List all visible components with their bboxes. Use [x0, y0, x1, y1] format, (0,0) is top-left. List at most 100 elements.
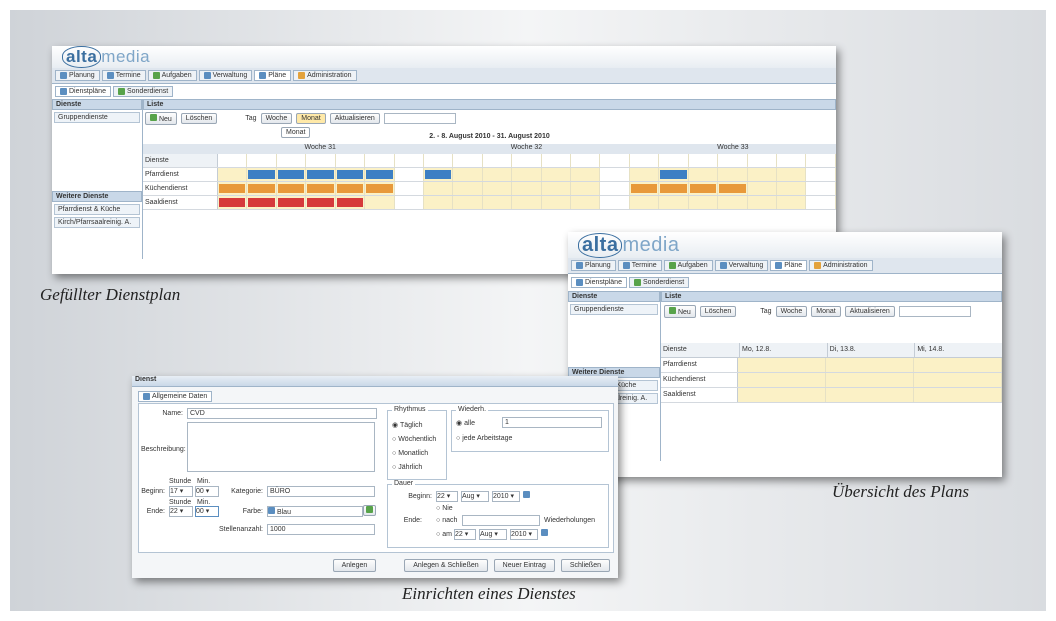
hour-label: Stunde — [169, 499, 192, 506]
tab-verwaltung[interactable]: Verwaltung — [714, 260, 769, 271]
end-year-select[interactable]: 2010 ▾ — [510, 529, 538, 540]
clock-icon — [106, 72, 114, 79]
tab-plaene[interactable]: Pläne — [254, 70, 292, 81]
app-logo: alta media — [62, 46, 150, 68]
sidebar-item-pfarrdienst[interactable]: Pfarrdienst & Küche — [54, 204, 140, 215]
plan-icon — [259, 72, 267, 79]
sidebar-header-2: Weitere Dienste — [52, 191, 142, 202]
end-min-select[interactable]: 00 ▾ — [195, 506, 219, 517]
tab-administration[interactable]: Administration — [293, 70, 357, 81]
count-stepper[interactable]: 1000 — [267, 524, 375, 535]
dienste-header: Dienste — [143, 154, 218, 167]
repeats-stepper[interactable] — [462, 515, 540, 526]
special-icon — [633, 279, 641, 286]
color-select[interactable]: Blau — [267, 506, 363, 517]
radio-jaehrlich[interactable]: ○ Jährlich — [392, 461, 446, 475]
recurrence-header: Rhythmus — [392, 406, 428, 413]
tab-plaene[interactable]: Pläne — [770, 260, 808, 271]
view-woche[interactable]: Woche — [260, 113, 293, 124]
radio-nie[interactable]: ○ Nie — [436, 505, 453, 512]
new-button[interactable]: Neu — [145, 112, 177, 125]
view-dropdown[interactable]: Monat — [281, 127, 311, 138]
tab-aufgaben[interactable]: Aufgaben — [147, 70, 197, 81]
refresh-button[interactable]: Aktualisieren — [329, 113, 380, 124]
end-month-select[interactable]: Aug ▾ — [479, 529, 507, 540]
delete-button[interactable]: Löschen — [699, 306, 737, 317]
refresh-button[interactable]: Aktualisieren — [844, 306, 895, 317]
caption-setup: Einrichten eines Dienstes — [402, 584, 576, 603]
filter-select[interactable] — [898, 306, 971, 317]
tab-administration[interactable]: Administration — [809, 260, 873, 271]
sidebar-item-reinigung[interactable]: Kirch/Pfarrsaalreinig. A. — [54, 217, 140, 228]
radio-am[interactable]: ○ am — [436, 531, 452, 538]
end-day-select[interactable]: 22 ▾ — [454, 529, 476, 540]
calendar-icon[interactable] — [541, 529, 548, 536]
radio-woechentlich[interactable]: ○ Wöchentlich — [392, 433, 446, 447]
view-monat[interactable]: Monat — [811, 306, 841, 317]
begin-min-select[interactable]: 00 ▾ — [195, 486, 219, 497]
begin-day-select[interactable]: 22 ▾ — [436, 491, 458, 502]
view-label: Tag — [245, 115, 257, 122]
tab-planung[interactable]: Planung — [55, 70, 100, 81]
subtab-dienstplaene[interactable]: Dienstpläne — [571, 277, 627, 288]
begin-hour-select[interactable]: 17 ▾ — [169, 486, 193, 497]
folder-icon — [719, 262, 727, 269]
sidebar-item-gruppendienste[interactable]: Gruppendienste — [54, 112, 140, 123]
sidebar-header: Dienste — [52, 99, 142, 110]
dialog-title: Dienst — [132, 376, 618, 387]
col-header: Mi, 14.8. — [914, 343, 1002, 357]
admin-icon — [298, 72, 306, 79]
create-close-button[interactable]: Anlegen & Schließen — [404, 559, 488, 572]
tab-termine[interactable]: Termine — [101, 70, 146, 81]
calendar-icon[interactable] — [523, 491, 530, 498]
radio-taeglich[interactable]: ◉ Täglich — [392, 419, 446, 433]
view-monat[interactable]: Monat — [296, 113, 326, 124]
filter-select[interactable] — [383, 113, 456, 124]
repeat-value-input[interactable]: 1 — [502, 417, 602, 428]
close-button[interactable]: Schließen — [560, 559, 610, 572]
tab-aufgaben[interactable]: Aufgaben — [663, 260, 713, 271]
panel-header: Liste — [143, 99, 836, 110]
color-edit-button[interactable] — [363, 505, 376, 516]
subtab-sonderdienst[interactable]: Sonderdienst — [628, 277, 690, 288]
category-select[interactable]: BÜRO — [267, 486, 375, 497]
header-row: Dienste Mo, 12.8. Di, 13.8. Mi, 14.8. — [661, 343, 1002, 358]
begin-month-select[interactable]: Aug ▾ — [461, 491, 489, 502]
create-button[interactable]: Anlegen — [332, 559, 377, 572]
recurrence-group: Rhythmus ◉ Täglich ○ Wöchentlich ○ Monat… — [387, 406, 447, 480]
backdrop: alta media Planung Termine Aufgaben Verwa… — [10, 10, 1046, 611]
begin-year-select[interactable]: 2010 ▾ — [492, 491, 520, 502]
folder-icon — [203, 72, 211, 79]
tab-planung[interactable]: Planung — [571, 260, 616, 271]
new-button[interactable]: Neu — [664, 305, 696, 318]
duration-begin-label: Beginn: — [408, 493, 432, 500]
min-label: Min. — [197, 478, 211, 485]
min-label: Min. — [197, 499, 211, 506]
tab-verwaltung[interactable]: Verwaltung — [198, 70, 253, 81]
sidebar: Dienste Gruppendienste Weitere Dienste P… — [52, 99, 143, 259]
sidebar-item-gruppendienste[interactable]: Gruppendienste — [570, 304, 658, 315]
subtab-dienstplaene[interactable]: Dienstpläne — [55, 86, 111, 97]
end-label: Ende: — [146, 508, 165, 515]
end-hour-select[interactable]: 22 ▾ — [169, 506, 193, 517]
delete-button[interactable]: Löschen — [180, 113, 218, 124]
color-label: Farbe: — [242, 508, 263, 515]
view-woche[interactable]: Woche — [775, 306, 808, 317]
description-textarea[interactable] — [187, 422, 375, 472]
name-input[interactable]: CVD — [187, 408, 377, 419]
tab-termine[interactable]: Termine — [617, 260, 662, 271]
tab-allgemeine-daten[interactable]: Allgemeine Daten — [138, 391, 213, 402]
new-entry-button[interactable]: Neuer Eintrag — [493, 559, 555, 572]
date-range: 2. - 8. August 2010 - 31. August 2010 — [429, 133, 550, 140]
duration-header: Dauer — [392, 480, 416, 487]
edit-icon — [366, 506, 373, 513]
radio-alle[interactable]: ◉ alle — [456, 419, 475, 427]
table-row: Pfarrdienst — [143, 168, 836, 182]
subtab-sonderdienst[interactable]: Sonderdienst — [112, 86, 174, 97]
hour-label: Stunde — [169, 478, 192, 485]
table-row: Saaldienst — [143, 196, 836, 210]
radio-nach[interactable]: ○ nach — [436, 517, 457, 524]
radio-monatlich[interactable]: ○ Monatlich — [392, 447, 446, 461]
radio-arbeitstage[interactable]: ○ jede Arbeitstage — [456, 435, 512, 442]
overview-panel: Liste Neu Löschen Tag Woche Monat Aktual… — [661, 291, 1002, 461]
